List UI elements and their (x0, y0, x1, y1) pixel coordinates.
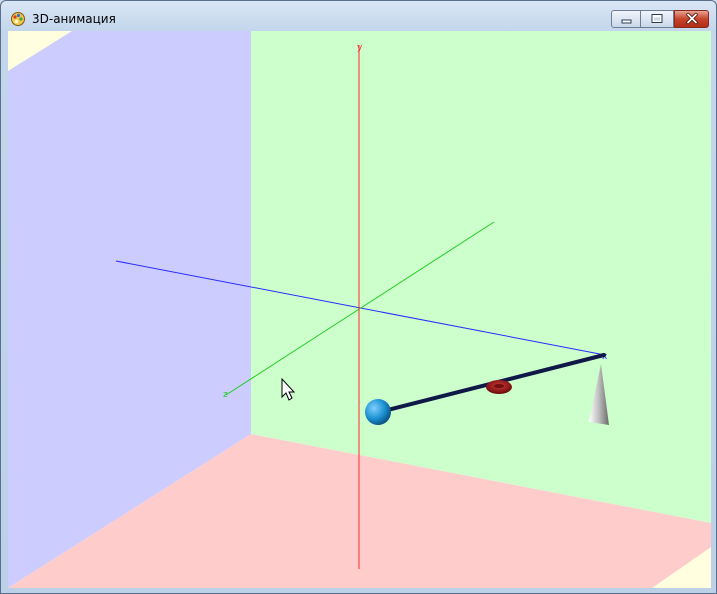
palette-icon (11, 12, 25, 26)
maximize-icon (651, 14, 663, 23)
maximize-button[interactable] (641, 10, 674, 28)
minimize-button[interactable] (611, 10, 641, 28)
torus-hole (494, 384, 504, 388)
title-bar[interactable]: 3D-анимация (1, 1, 716, 31)
z-axis-label: z (223, 390, 228, 400)
3d-viewport[interactable]: x y z (8, 31, 711, 588)
y-axis-label: y (357, 43, 363, 53)
sphere[interactable] (365, 399, 391, 425)
window-title: 3D-анимация (32, 12, 116, 26)
minimize-icon (621, 19, 632, 24)
app-window: 3D-анимация x y z (0, 0, 717, 594)
close-button[interactable] (674, 10, 709, 28)
scene-canvas[interactable]: x y z (8, 31, 711, 588)
close-icon (686, 12, 698, 25)
